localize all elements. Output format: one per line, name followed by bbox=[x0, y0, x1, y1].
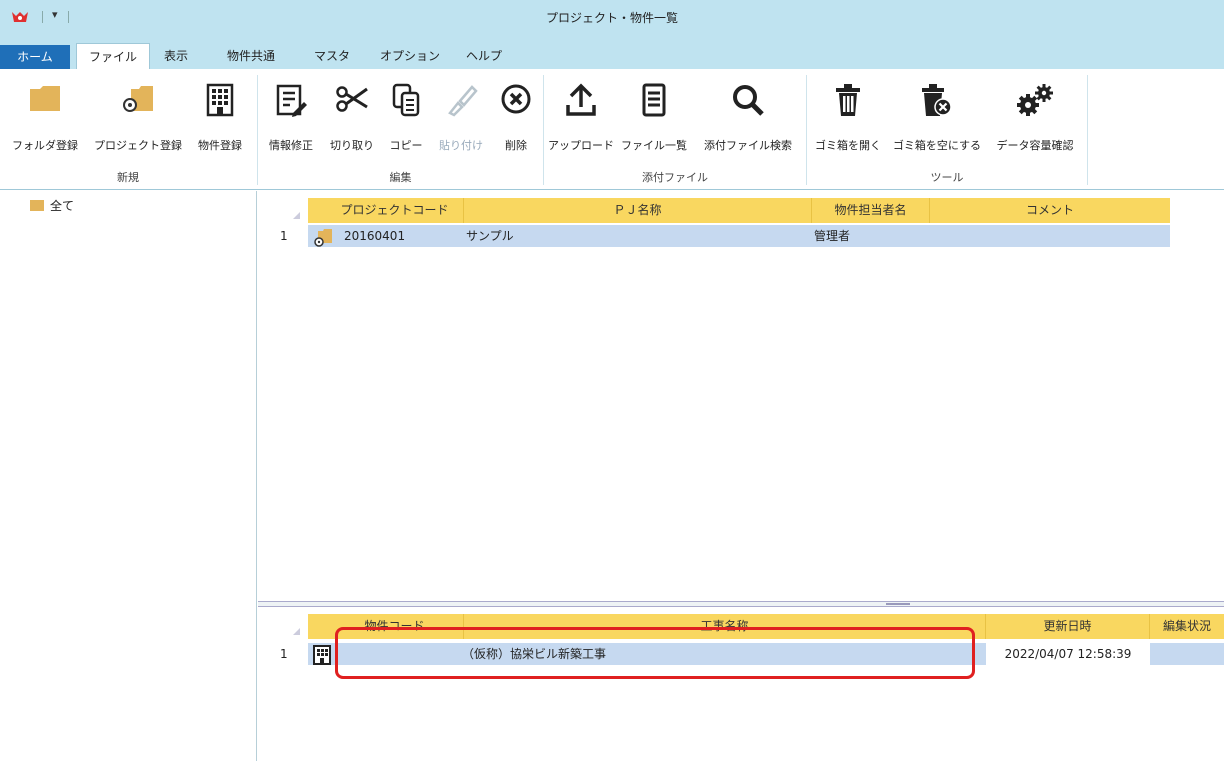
row-number: 1 bbox=[258, 225, 308, 247]
upload-icon bbox=[566, 83, 596, 116]
manager-cell: 管理者 bbox=[814, 229, 851, 243]
window-title: プロジェクト・物件一覧 bbox=[545, 11, 678, 25]
gears-icon bbox=[1017, 84, 1053, 116]
group-separator bbox=[1087, 75, 1088, 185]
attach-search-button[interactable]: 添付ファイル検索 bbox=[694, 75, 802, 165]
copy-label: コピー bbox=[389, 139, 423, 152]
cut-label: 切り取り bbox=[330, 139, 374, 152]
upload-button[interactable]: アップロード bbox=[548, 75, 614, 165]
table-row[interactable]: 1 20160401 サンプル 管理者 bbox=[258, 225, 1170, 247]
file-list-icon bbox=[642, 83, 666, 117]
upload-label: アップロード bbox=[548, 139, 614, 152]
select-all-corner[interactable] bbox=[258, 614, 308, 639]
tab-property-common[interactable]: 物件共通 bbox=[215, 43, 287, 69]
group-label-new: 新規 bbox=[117, 171, 139, 184]
copy-icon bbox=[392, 83, 420, 117]
tab-home[interactable]: ホーム bbox=[0, 45, 70, 69]
delete-label: 削除 bbox=[505, 139, 527, 152]
project-folder-icon bbox=[314, 229, 332, 247]
column-header-project-code[interactable]: プロジェクトコード bbox=[326, 198, 464, 223]
folder-register-button[interactable]: フォルダ登録 bbox=[6, 75, 84, 165]
column-header-updated[interactable]: 更新日時 bbox=[986, 614, 1150, 639]
header-spacer bbox=[308, 614, 326, 639]
data-capacity-button[interactable]: データ容量確認 bbox=[990, 75, 1080, 165]
attach-search-label: 添付ファイル検索 bbox=[704, 139, 792, 152]
tab-view[interactable]: 表示 bbox=[152, 43, 200, 69]
file-list-label: ファイル一覧 bbox=[621, 139, 687, 152]
tree-node-label: 全て bbox=[50, 199, 75, 213]
ribbon: フォルダ登録 プロジェクト登録 物件登録 新規 情報修正 切り取り コピー 貼り… bbox=[0, 69, 1224, 190]
project-folder-icon bbox=[123, 86, 153, 112]
trash-empty-button[interactable]: ゴミ箱を空にする bbox=[888, 75, 986, 165]
trash-open-button[interactable]: ゴミ箱を開く bbox=[812, 75, 884, 165]
ribbon-tab-strip: ホーム ファイル 表示 物件共通 マスタ オプション ヘルプ bbox=[0, 34, 1224, 69]
info-edit-button[interactable]: 情報修正 bbox=[262, 75, 320, 165]
building-icon bbox=[313, 645, 331, 665]
info-edit-label: 情報修正 bbox=[269, 139, 313, 152]
delete-button[interactable]: 削除 bbox=[494, 75, 538, 165]
paste-button[interactable]: 貼り付け bbox=[432, 75, 490, 165]
pj-name-cell: サンプル bbox=[466, 229, 514, 243]
tab-file[interactable]: ファイル bbox=[76, 43, 151, 69]
column-header-edit-status[interactable]: 編集状況 bbox=[1150, 614, 1224, 639]
scissors-icon bbox=[336, 86, 368, 112]
row-number: 1 bbox=[258, 643, 308, 665]
search-icon bbox=[733, 85, 764, 116]
paste-label: 貼り付け bbox=[439, 139, 483, 152]
project-code-cell: 20160401 bbox=[344, 229, 406, 243]
copy-button[interactable]: コピー bbox=[384, 75, 428, 165]
column-header-pj-name[interactable]: ＰＪ名称 bbox=[464, 198, 812, 223]
project-grid-header: プロジェクトコード ＰＪ名称 物件担当者名 コメント bbox=[258, 198, 1170, 223]
group-label-edit: 編集 bbox=[389, 171, 412, 184]
trash-x-icon bbox=[922, 84, 952, 116]
folder-icon bbox=[30, 86, 60, 111]
building-icon bbox=[206, 83, 234, 117]
header-spacer bbox=[308, 198, 326, 223]
trash-open-label: ゴミ箱を開く bbox=[815, 139, 881, 152]
tab-help[interactable]: ヘルプ bbox=[454, 43, 514, 69]
folder-register-label: フォルダ登録 bbox=[12, 139, 78, 152]
project-grid: プロジェクトコード ＰＪ名称 物件担当者名 コメント 1 20160401 サン… bbox=[258, 191, 1224, 601]
title-bar: ▾ プロジェクト・物件一覧 bbox=[0, 0, 1224, 34]
tab-options[interactable]: オプション bbox=[368, 43, 452, 69]
edit-document-icon bbox=[276, 84, 307, 117]
column-header-manager[interactable]: 物件担当者名 bbox=[812, 198, 930, 223]
folder-tree: 全て bbox=[0, 191, 257, 761]
group-label-tools: ツール bbox=[930, 171, 964, 184]
tab-master[interactable]: マスタ bbox=[302, 43, 362, 69]
project-register-label: プロジェクト登録 bbox=[94, 139, 182, 152]
highlight-annotation bbox=[335, 627, 975, 679]
delete-circle-icon bbox=[501, 84, 531, 114]
cut-button[interactable]: 切り取り bbox=[324, 75, 380, 165]
project-register-button[interactable]: プロジェクト登録 bbox=[90, 75, 186, 165]
splitter-grip[interactable] bbox=[886, 603, 910, 605]
updated-cell: 2022/04/07 12:58:39 bbox=[986, 643, 1150, 665]
data-capacity-label: データ容量確認 bbox=[996, 139, 1074, 152]
trash-icon bbox=[836, 84, 860, 116]
property-register-label: 物件登録 bbox=[198, 139, 242, 152]
file-list-button[interactable]: ファイル一覧 bbox=[618, 75, 690, 165]
select-all-corner[interactable] bbox=[258, 198, 308, 223]
column-header-comment[interactable]: コメント bbox=[930, 198, 1170, 223]
trash-empty-label: ゴミ箱を空にする bbox=[892, 139, 982, 152]
paste-brush-icon bbox=[448, 85, 478, 117]
property-register-button[interactable]: 物件登録 bbox=[190, 75, 250, 165]
folder-icon bbox=[30, 200, 44, 211]
tree-node-all[interactable]: 全て bbox=[30, 197, 74, 214]
group-label-attach: 添付ファイル bbox=[642, 171, 708, 184]
